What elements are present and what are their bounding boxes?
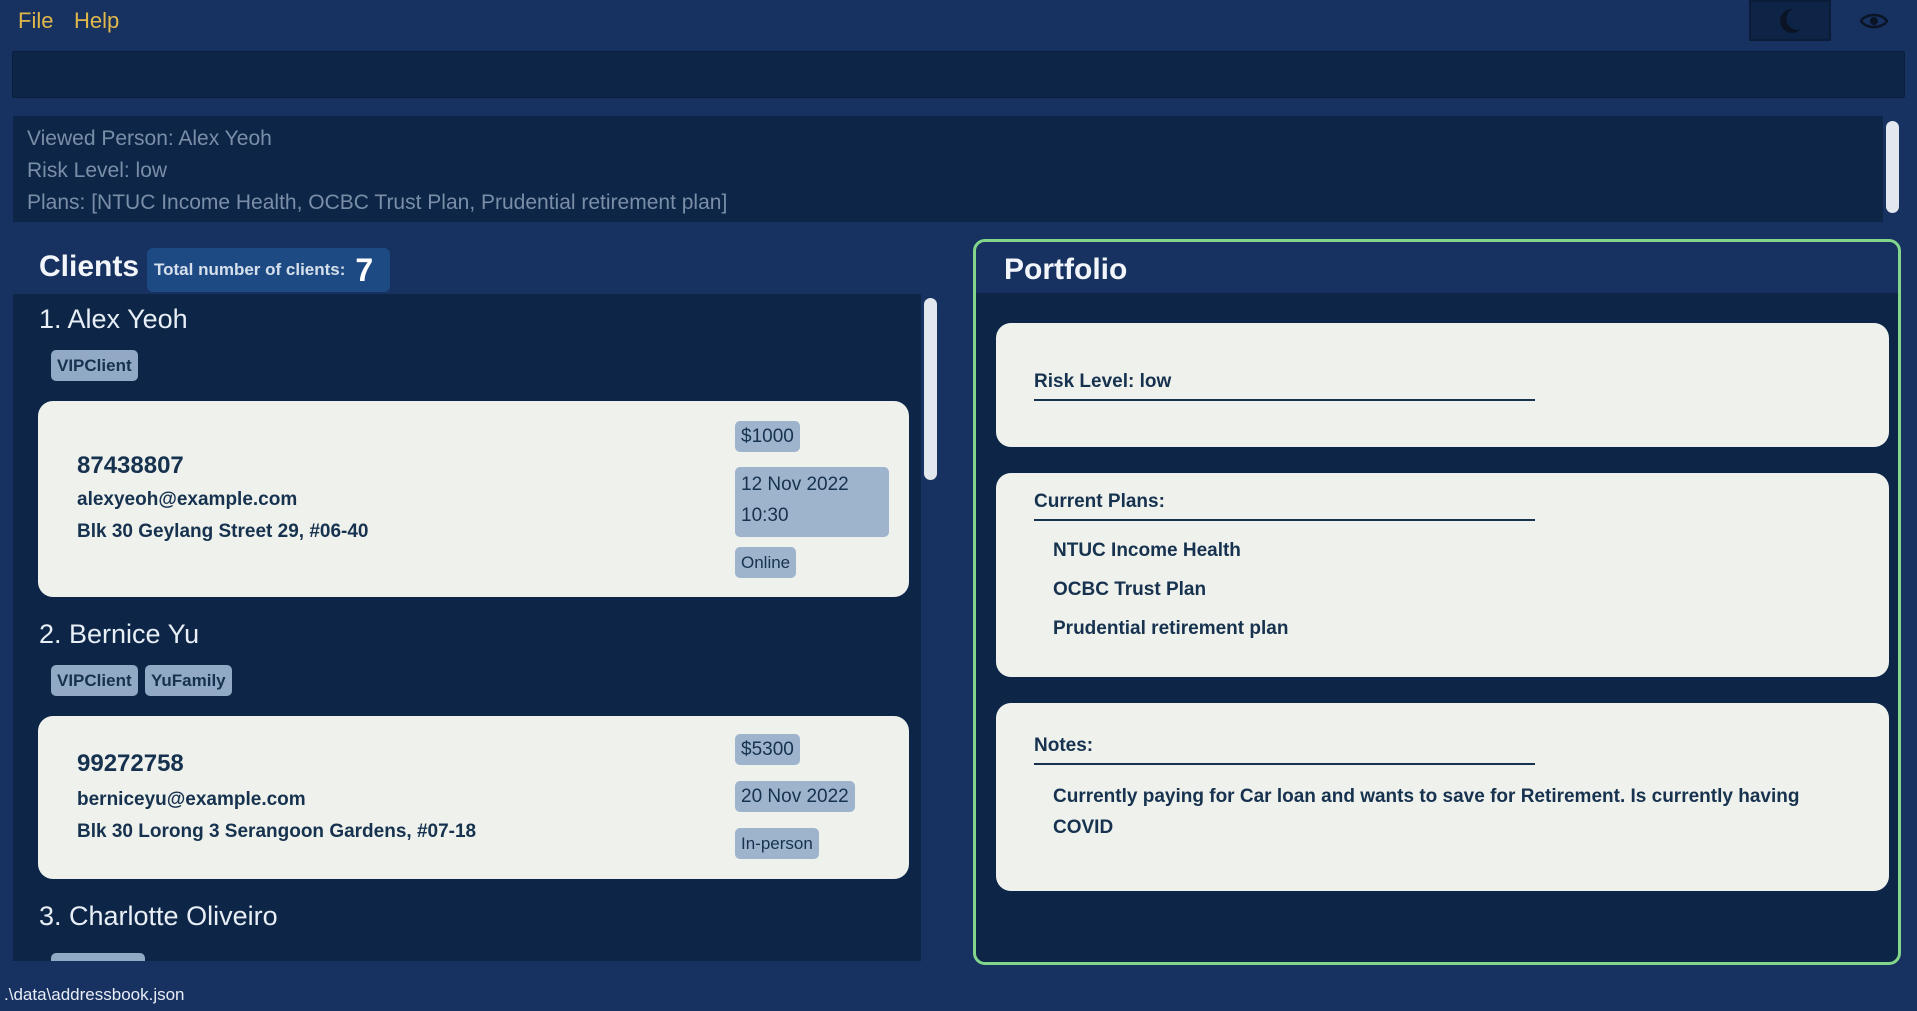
current-plans-heading: Current Plans:	[1034, 491, 1165, 512]
client-tag: YuFamily	[145, 665, 232, 696]
client-list-scrollbar[interactable]	[924, 298, 937, 480]
divider	[1034, 519, 1535, 521]
result-line: Viewed Person: Alex Yeoh	[27, 127, 272, 150]
risk-level-card: Risk Level: low	[996, 323, 1889, 447]
eye-button[interactable]	[1833, 0, 1915, 41]
client-name[interactable]: 3. Charlotte Oliveiro	[39, 901, 278, 932]
appointment-date: 12 Nov 2022	[741, 474, 849, 495]
moon-icon	[1780, 8, 1801, 33]
notes-text: Currently paying for Car loan and wants …	[1053, 786, 1800, 838]
client-appointment-chip: 20 Nov 2022	[735, 781, 855, 812]
client-address: Blk 30 Lorong 3 Serangoon Gardens, #07-1…	[77, 821, 477, 842]
client-phone: 99272758	[77, 750, 184, 777]
command-input[interactable]	[12, 51, 1905, 98]
client-amount-chip: $5300	[735, 734, 800, 765]
total-clients-badge: Total number of clients: 7	[147, 248, 390, 292]
risk-level-label: Risk Level: low	[1034, 371, 1172, 392]
client-amount-chip: $1000	[735, 421, 800, 452]
result-line: Plans: [NTUC Income Health, OCBC Trust P…	[27, 191, 728, 214]
divider	[1034, 763, 1535, 765]
client-appointment-chip: 12 Nov 2022 10:30	[735, 467, 889, 537]
client-mode-chip: In-person	[735, 828, 819, 859]
dark-mode-button[interactable]	[1749, 0, 1831, 41]
client-list[interactable]: 1. Alex Yeoh VIPClient 87438807 alexyeoh…	[13, 294, 921, 961]
portfolio-title: Portfolio	[1004, 253, 1128, 286]
portfolio-panel: Portfolio Risk Level: low Current Plans:…	[973, 239, 1901, 965]
app-window: File Help Viewed Person: Alex Yeoh Risk …	[0, 0, 1917, 1011]
client-email: berniceyu@example.com	[77, 789, 306, 810]
total-clients-label: Total number of clients:	[154, 260, 346, 279]
menu-bar: File Help	[0, 0, 1917, 44]
client-name[interactable]: 2. Bernice Yu	[39, 619, 199, 650]
notes-heading: Notes:	[1034, 735, 1094, 756]
portfolio-header: Portfolio	[976, 242, 1898, 293]
plan-item: Prudential retirement plan	[1053, 618, 1289, 639]
client-address: Blk 30 Geylang Street 29, #06-40	[77, 521, 369, 542]
client-card[interactable]: 99272758 berniceyu@example.com Blk 30 Lo…	[38, 716, 909, 879]
eye-icon	[1860, 13, 1888, 28]
result-scrollbar[interactable]	[1886, 121, 1899, 213]
client-mode-chip: Online	[735, 547, 797, 578]
result-line: Risk Level: low	[27, 159, 168, 182]
clients-title: Clients	[39, 250, 140, 283]
divider	[1034, 399, 1535, 401]
plan-item: NTUC Income Health	[1053, 540, 1241, 561]
menu-help[interactable]: Help	[74, 8, 119, 34]
total-clients-value: 7	[355, 251, 374, 288]
client-tag	[51, 953, 145, 961]
client-tag: VIPClient	[51, 665, 138, 696]
result-display: Viewed Person: Alex Yeoh Risk Level: low…	[13, 116, 1883, 222]
appointment-time: 10:30	[741, 505, 789, 526]
status-bar-path: .\data\addressbook.json	[0, 981, 1917, 1011]
plan-item: OCBC Trust Plan	[1053, 579, 1207, 600]
client-phone: 87438807	[77, 452, 184, 479]
client-card[interactable]: 87438807 alexyeoh@example.com Blk 30 Gey…	[38, 401, 909, 597]
client-tag: VIPClient	[51, 350, 138, 381]
menu-file[interactable]: File	[18, 8, 53, 34]
client-name[interactable]: 1. Alex Yeoh	[39, 304, 188, 335]
current-plans-card: Current Plans: NTUC Income Health OCBC T…	[996, 473, 1889, 677]
notes-card: Notes: Currently paying for Car loan and…	[996, 703, 1889, 891]
client-email: alexyeoh@example.com	[77, 489, 298, 510]
